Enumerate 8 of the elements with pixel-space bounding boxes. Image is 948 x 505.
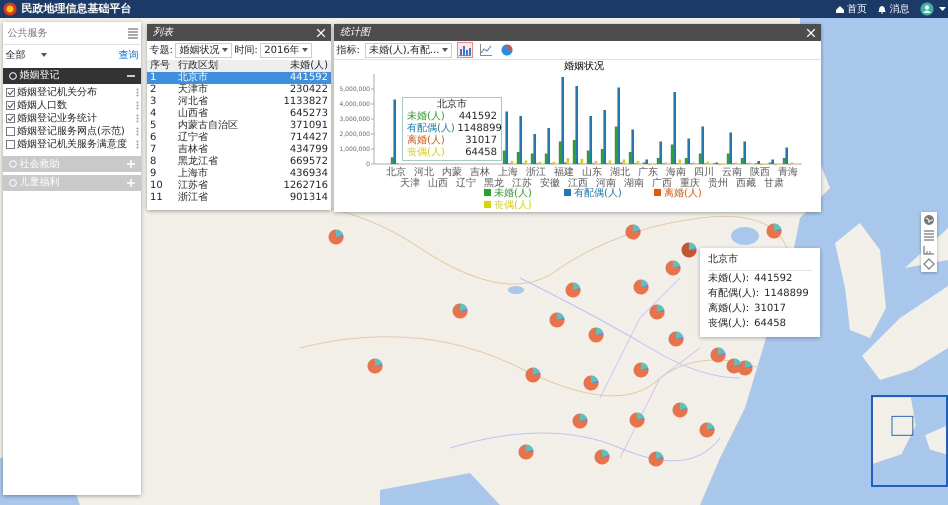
bell-icon[interactable] <box>877 4 887 14</box>
nav-link[interactable]: 消息 <box>877 2 910 16</box>
home-icon[interactable] <box>834 4 844 14</box>
nav-link[interactable]: 首页 <box>834 2 867 16</box>
caret-icon[interactable] <box>938 6 946 12</box>
app-title: 民政地理信息基础平台 <box>22 0 132 17</box>
emblem-icon <box>2 2 16 16</box>
avatar-icon[interactable] <box>920 2 934 16</box>
